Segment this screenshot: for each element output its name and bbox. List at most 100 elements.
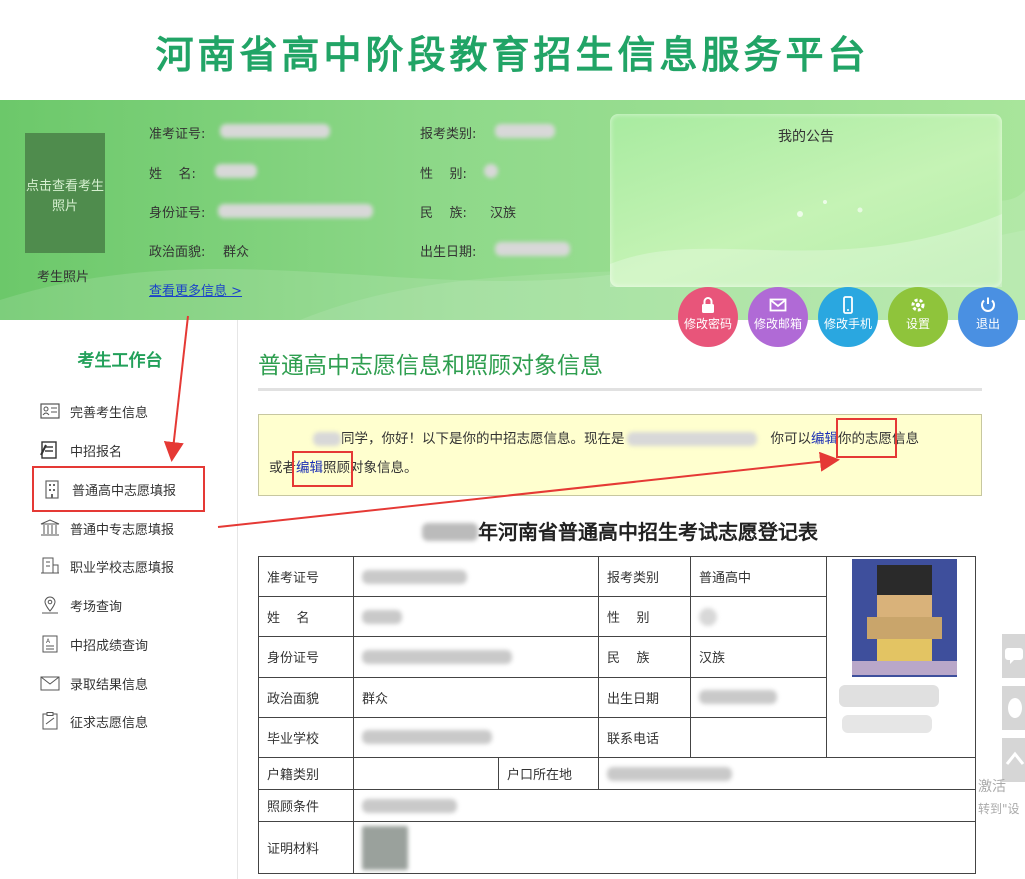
sidebar-item-label: 录取结果信息 (70, 677, 149, 693)
sidebar-item-label: 中招成绩查询 (70, 638, 149, 654)
document-building-icon (41, 557, 59, 574)
svg-text:A: A (46, 638, 51, 645)
school-building-icon (45, 480, 59, 499)
proof-cell-redacted (353, 821, 976, 874)
political-label: 政治面貌: (149, 245, 206, 260)
table-cell-label: 证明材料 (258, 821, 354, 874)
school-cell-redacted (353, 716, 599, 759)
logout-label: 退出 (975, 317, 1000, 331)
id-card-icon (40, 403, 60, 419)
id-no-value-redacted (218, 204, 373, 218)
gender-label: 性 别: (420, 167, 467, 182)
sidebar-item-label: 征求志愿信息 (70, 715, 149, 731)
birth-value-redacted (495, 242, 570, 256)
signup-icon (40, 441, 57, 459)
exam-no-value-redacted (220, 124, 330, 138)
household-type-cell (353, 757, 499, 790)
activation-watermark: 激活 (978, 779, 1006, 795)
id-no-cell-redacted (353, 636, 599, 678)
table-row: 照顾条件 (258, 789, 976, 822)
sidebar-item-label: 职业学校志愿填报 (70, 560, 175, 576)
photo-caption: 考生照片 (36, 270, 89, 285)
category-label: 报考类别: (420, 127, 477, 142)
sidebar-item-admission-result[interactable]: 录取结果信息 (40, 670, 148, 696)
student-photo-button[interactable]: 点击查看考生照片 (25, 133, 105, 253)
activation-watermark-sub: 转到"设 (978, 802, 1020, 816)
sidebar-item-high-school-application[interactable]: 普通高中志愿填报 (32, 466, 205, 512)
logout-button[interactable]: 退出 (958, 287, 1018, 347)
exam-no-label: 准考证号: (149, 127, 206, 142)
table-cell-label: 政治面貌 (258, 676, 354, 718)
form-title-text: 年河南省普通高中招生考试志愿登记表 (478, 520, 818, 544)
location-pin-icon (42, 596, 58, 614)
sidebar-item-signup[interactable]: 中招报名 (40, 437, 122, 463)
message-line-1: 同学，你好！以下是你的中招志愿信息。现在是 你可以编辑你的志愿信息 (313, 424, 919, 454)
lock-icon (702, 297, 714, 313)
period-redacted (626, 432, 757, 446)
photo-cell (826, 556, 976, 758)
chat-bubble-icon (1005, 648, 1023, 664)
ethnic-value: 汉族 (490, 206, 517, 221)
student-photo-pixelated (827, 557, 975, 753)
table-cell-label: 身份证号 (258, 636, 354, 678)
care-cell-redacted (353, 789, 976, 822)
change-phone-button[interactable]: 修改手机 (818, 287, 878, 347)
clipboard-icon (42, 712, 58, 730)
name-value-redacted (215, 164, 257, 178)
message-part2: 你可以 (770, 431, 812, 447)
household-loc-cell-redacted (598, 757, 976, 790)
sidebar-item-label: 考场查询 (70, 599, 123, 615)
change-email-label: 修改邮箱 (753, 317, 802, 331)
institution-icon (40, 519, 60, 536)
table-cell-label: 照顾条件 (258, 789, 354, 822)
view-more-info-link[interactable]: 查看更多信息 > (149, 280, 242, 299)
name-label: 姓 名: (149, 167, 196, 182)
exam-no-cell-redacted (353, 555, 599, 598)
table-cell-label: 准考证号 (258, 555, 354, 598)
birth-cell-redacted (690, 676, 827, 718)
sidebar-title: 考生工作台 (77, 351, 163, 371)
table-row: 户籍类别 户口所在地 (258, 757, 976, 790)
message-part1: 同学，你好！以下是你的中招志愿信息。现在是 (341, 431, 625, 447)
table-cell-label: 民 族 (598, 636, 691, 678)
category-value-redacted (495, 124, 555, 138)
year-redacted (422, 523, 478, 541)
change-password-label: 修改密码 (683, 317, 732, 331)
registration-table: 准考证号 报考类别 普通高中 姓 名 性 别 身份证号 民 族 汉族 政治面貌 … (258, 555, 976, 874)
ethnic-value-cell: 汉族 (690, 636, 827, 678)
change-phone-label: 修改手机 (823, 317, 872, 331)
edit-link-highlight-2 (292, 451, 353, 487)
table-cell-label: 户口所在地 (498, 757, 599, 790)
sidebar-item-vocational-school-application[interactable]: 职业学校志愿填报 (40, 553, 174, 579)
sidebar-item-score-query[interactable]: A 中招成绩查询 (40, 631, 148, 657)
change-email-button[interactable]: 修改邮箱 (748, 287, 808, 347)
table-cell-label: 出生日期 (598, 676, 691, 718)
political-value-cell: 群众 (353, 676, 599, 718)
gender-value-redacted (484, 164, 498, 178)
table-cell-label: 联系电话 (598, 716, 691, 759)
floating-chat-button[interactable] (1002, 634, 1025, 678)
name-cell-redacted (353, 596, 599, 638)
sidebar-item-solicit-application[interactable]: 征求志愿信息 (40, 708, 148, 734)
edit-application-link[interactable]: 编辑 (811, 431, 838, 447)
sidebar-item-technical-school-application[interactable]: 普通中专志愿填报 (40, 515, 174, 541)
phone-icon (843, 296, 853, 314)
category-value-cell: 普通高中 (690, 555, 827, 598)
site-title: 河南省高中阶段教育招生信息服务平台 (155, 33, 870, 77)
sidebar-item-exam-room-query[interactable]: 考场查询 (40, 592, 122, 618)
table-cell-label: 姓 名 (258, 596, 354, 638)
id-no-label: 身份证号: (149, 206, 206, 221)
floating-qq-button[interactable] (1002, 686, 1025, 730)
qq-icon (1008, 698, 1022, 718)
student-name-redacted (313, 432, 341, 446)
gender-cell-redacted (690, 596, 827, 638)
notice-title: 我的公告 (778, 129, 834, 145)
ethnic-label: 民 族: (420, 206, 467, 221)
change-password-button[interactable]: 修改密码 (678, 287, 738, 347)
settings-button[interactable]: 设置 (888, 287, 948, 347)
table-row: 证明材料 (258, 821, 976, 874)
table-cell-label: 毕业学校 (258, 716, 354, 759)
arrow-to-sidebar-item (163, 315, 189, 462)
settings-label: 设置 (905, 317, 930, 331)
sidebar-item-complete-info[interactable]: 完善考生信息 (40, 398, 148, 424)
